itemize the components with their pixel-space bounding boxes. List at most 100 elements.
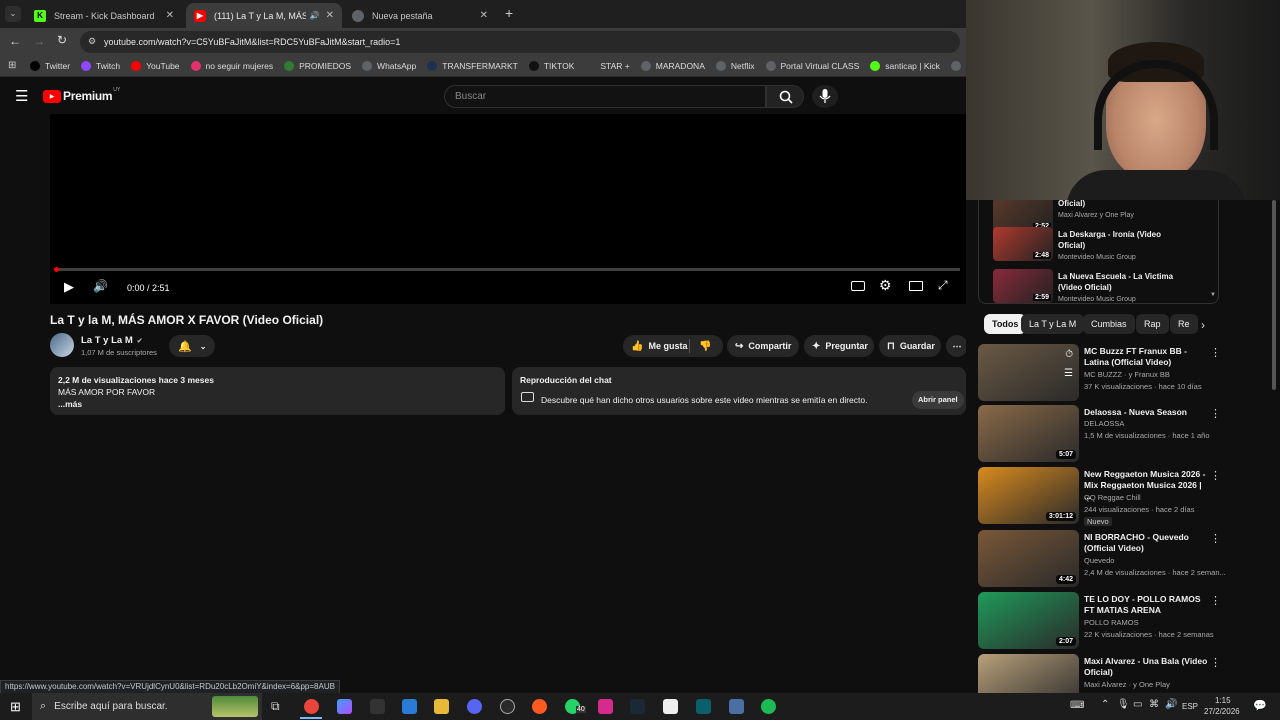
capcut-taskbar-icon[interactable] [663, 699, 678, 714]
bookmark-item[interactable]: TRANSFERMARKT [427, 61, 518, 71]
channel-avatar[interactable] [50, 333, 74, 357]
folder-taskbar-icon[interactable] [434, 699, 449, 714]
reload-icon[interactable]: ↻ [57, 33, 67, 47]
more-link[interactable]: ...más [58, 399, 82, 409]
store-taskbar-icon[interactable] [402, 699, 417, 714]
terminal-taskbar-icon[interactable] [696, 699, 711, 714]
chrome-taskbar-icon[interactable] [304, 699, 319, 714]
more-options-icon[interactable]: ⋮ [1210, 469, 1221, 482]
address-bar[interactable]: ⚙ youtube.com/watch?v=C5YuBFaJitM&list=R… [80, 31, 960, 53]
spotify-taskbar-icon[interactable] [761, 699, 776, 714]
voice-search-button[interactable] [812, 85, 838, 108]
menu-icon[interactable]: ☰ [15, 87, 28, 105]
steam-taskbar-icon[interactable] [630, 699, 645, 714]
recommendation-channel[interactable]: MC BUZZZ · y Franux BB [1084, 370, 1170, 379]
video-thumbnail[interactable]: 5:07 [978, 405, 1079, 462]
speaker-icon[interactable]: 🔊 [310, 11, 320, 20]
youtube-logo[interactable]: ▶ Premium UY [43, 87, 120, 103]
forward-icon[interactable]: → [33, 34, 45, 48]
tab-search-button[interactable]: ⌄ [5, 6, 21, 22]
playlist-item[interactable]: 2:59 La Nueva Escuela - La Victima (Video… [993, 269, 1213, 307]
close-icon[interactable]: ✕ [166, 10, 174, 21]
bookmark-item[interactable]: WhatsApp [362, 61, 416, 71]
recommendation-channel[interactable]: Quevedo [1084, 556, 1114, 565]
filter-chip[interactable]: La T y La M [1021, 314, 1085, 334]
playlist-item[interactable]: 2:48 La Deskarga - Ironía (Video Oficial)… [993, 227, 1213, 265]
notifications-icon[interactable]: 💬 [1253, 699, 1267, 712]
search-input[interactable]: Buscar [444, 85, 766, 108]
windows-start-icon[interactable]: ⊞ [10, 699, 21, 715]
tray-expand-icon[interactable]: ⌃ [1101, 699, 1109, 710]
discord-taskbar-icon[interactable] [467, 699, 482, 714]
network-icon[interactable]: ⌘ [1149, 699, 1159, 710]
task-view-icon[interactable]: ⧉ [271, 699, 280, 714]
vpn-taskbar-icon[interactable] [729, 699, 744, 714]
new-tab-button[interactable]: + [505, 5, 513, 21]
scroll-down-icon[interactable]: ▼ [1210, 292, 1216, 298]
more-options-icon[interactable]: ⋮ [1210, 346, 1221, 359]
back-icon[interactable]: ← [9, 34, 21, 48]
keyboard-icon[interactable]: ⌨ [1070, 700, 1084, 711]
clock-time[interactable]: 1:15 [1215, 696, 1231, 705]
bookmark-item[interactable]: Twitch [81, 61, 120, 71]
battery-icon[interactable]: ▭ [1133, 699, 1142, 710]
microphone-tray-icon[interactable]: 🎙 [1117, 699, 1130, 710]
progress-handle[interactable] [54, 267, 59, 272]
thumbs-down-icon[interactable]: 👎 [699, 341, 711, 352]
recommendation-item[interactable]: 3:01:12 New Reggaeton Musica 2026 - Mix R… [978, 467, 1268, 527]
bookmark-item[interactable]: TIKTOK [528, 61, 574, 71]
pink-app-taskbar-icon[interactable] [598, 699, 613, 714]
bookmark-item[interactable]: no seguir mujeres [190, 61, 273, 71]
bookmark-item[interactable]: MARADONA [640, 61, 705, 71]
bookmark-item[interactable]: Twitter [30, 61, 70, 71]
more-options-icon[interactable]: ⋮ [1210, 594, 1221, 607]
clock-date[interactable]: 27/2/2026 [1204, 707, 1240, 716]
like-button[interactable]: 👍 Me gusta 👎 [623, 335, 723, 357]
tab-new-tab[interactable]: Nueva pestaña ✕ [344, 3, 496, 28]
recommendation-item[interactable]: 4:42 NI BORRACHO - Quevedo (Official Vide… [978, 530, 1268, 590]
language-indicator[interactable]: ESP [1182, 702, 1198, 711]
close-icon[interactable]: ✕ [480, 10, 488, 21]
watch-later-icon[interactable]: ⏱ [1065, 349, 1073, 360]
bookmark-item[interactable]: PROMIEDOS [284, 61, 351, 71]
more-options-icon[interactable]: ⋮ [1210, 407, 1221, 420]
tab-kick-dashboard[interactable]: K Stream - Kick Dashboard ✕ [26, 3, 182, 28]
volume-tray-icon[interactable]: 🔊 [1165, 699, 1177, 710]
bookmark-item[interactable]: Portal Virtual CLASS [765, 61, 859, 71]
play-icon[interactable]: ▶ [64, 279, 74, 295]
filter-chip[interactable]: Cumbias [1083, 314, 1135, 334]
recommendation-channel[interactable]: Maxi Alvarez · y One Play [1084, 680, 1170, 689]
bookmark-item[interactable]: YouTube [131, 61, 180, 71]
fullscreen-icon[interactable]: ⤢ [938, 278, 948, 293]
tab-youtube-video[interactable]: ▶ (111) La T y La M, MÁS AMOR 🔊 ✕ [186, 3, 342, 28]
filter-chip[interactable]: Re [1170, 314, 1198, 334]
video-player[interactable]: ▶ 🔊 0:00 / 2:51 ⚙ ⤢ [50, 114, 966, 304]
filter-chip[interactable]: Todos [984, 314, 1027, 334]
theater-mode-icon[interactable] [909, 281, 923, 291]
video-thumbnail[interactable]: 2:07 [978, 592, 1079, 649]
recommendation-item[interactable]: 2:07 TE LO DOY - POLLO RAMOS FT MATIAS AR… [978, 592, 1268, 652]
search-button[interactable] [766, 85, 804, 108]
chevron-right-icon[interactable]: › [1201, 318, 1205, 332]
open-panel-button[interactable]: Abrir panel [912, 391, 964, 409]
more-options-icon[interactable]: ⋮ [1210, 656, 1221, 669]
notification-bell-button[interactable]: 🔔 ⌄ [169, 335, 215, 357]
bookmark-item[interactable]: santicap | Kick [870, 61, 940, 71]
apps-icon[interactable]: ⊞ [8, 60, 16, 71]
filter-chip[interactable]: Rap [1136, 314, 1169, 334]
page-scrollbar[interactable] [1272, 200, 1276, 390]
site-info-icon[interactable]: ⚙ [88, 36, 96, 47]
bookmark-item[interactable]: STAR + [585, 61, 630, 71]
video-thumbnail[interactable]: ⏱ ☰ [978, 344, 1079, 401]
more-actions-button[interactable]: ⋯ [946, 335, 968, 357]
app-taskbar-icon[interactable] [532, 699, 547, 714]
recommendation-channel[interactable]: POLLO RAMOS [1084, 618, 1139, 627]
epic-taskbar-icon[interactable] [370, 699, 385, 714]
settings-icon[interactable]: ⚙ [879, 277, 892, 294]
recommendation-item[interactable]: ⏱ ☰ MC Buzzz FT Franux BB - Latina (Offici… [978, 344, 1268, 404]
copilot-taskbar-icon[interactable] [337, 699, 352, 714]
ask-button[interactable]: ✦ Preguntar [804, 335, 874, 357]
recommendation-item[interactable]: 5:07 Delaossa - Nueva Season DELAOSSA 1,5 M… [978, 405, 1268, 465]
video-thumbnail[interactable]: 3:01:12 [978, 467, 1079, 524]
description-box[interactable]: 2,2 M de visualizaciones hace 3 meses MÁ… [50, 367, 505, 415]
